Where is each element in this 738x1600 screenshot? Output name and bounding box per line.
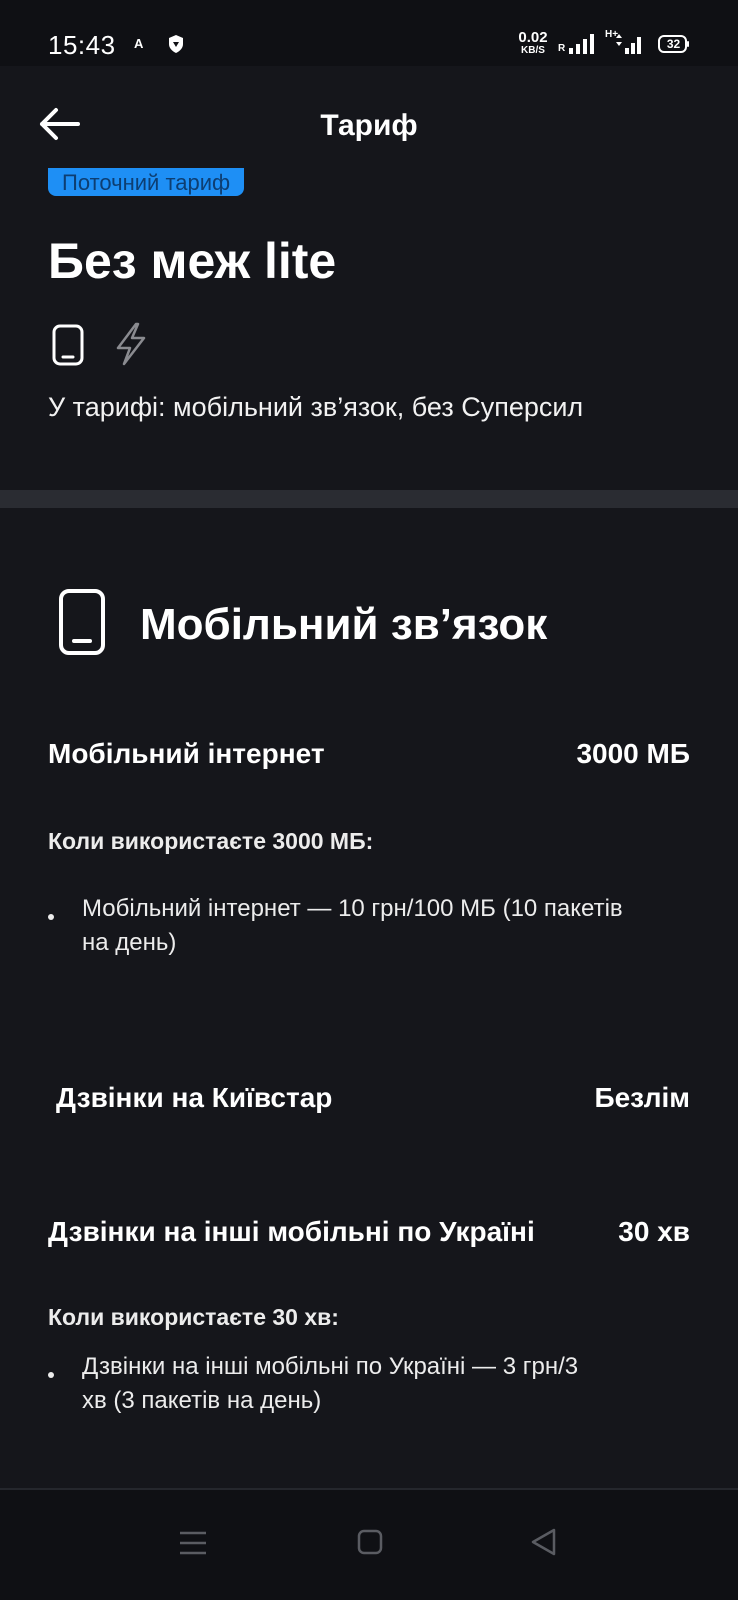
other-calls-overage-text: Дзвінки на інші мобільні по Україні — 3 …: [82, 1353, 579, 1414]
section-divider: [0, 490, 738, 508]
signal-strength-icon: [616, 34, 641, 54]
list-item: Дзвінки на інші мобільні по Україні — 3 …: [48, 1350, 690, 1430]
network-speed: 0.02 KB/S: [516, 30, 550, 56]
notification-a-icon: A: [134, 36, 144, 51]
other-calls-row: Дзвінки на інші мобільні по Україні 30 х…: [48, 1212, 690, 1252]
current-tariff-badge: Поточний тариф: [48, 168, 245, 196]
bullet-dot: [48, 914, 54, 920]
kyivstar-calls-row: Дзвінки на Київстар Безлім: [48, 1078, 690, 1118]
status-bar: 15:43 A 0.02 KB/S R H+ 32: [0, 0, 738, 66]
status-time: 15:43: [48, 30, 116, 60]
other-calls-label: Дзвінки на інші мобільні по Україні: [48, 1216, 535, 1247]
system-nav-bar: [0, 1490, 738, 1600]
section-title: Мобільний зв’язок: [140, 600, 548, 649]
lightning-icon: [116, 322, 146, 366]
page-title: Тариф: [320, 109, 418, 142]
internet-note: Коли використаєте 3000 МБ:: [48, 828, 374, 854]
list-item: Мобільний інтернет — 10 грн/100 МБ (10 п…: [48, 892, 690, 972]
internet-value: 3000 МБ: [576, 738, 690, 769]
other-calls-note: Коли використаєте 30 хв:: [48, 1304, 339, 1330]
bullet-dot: [48, 1372, 54, 1378]
menu-icon[interactable]: [178, 1530, 208, 1556]
network-speed-unit: KB/S: [521, 45, 545, 56]
tariff-card: Поточний тариф Без меж lite У тарифі: мо…: [0, 168, 738, 490]
shield-icon: [169, 35, 183, 53]
tariff-name: Без меж lite: [48, 233, 337, 289]
roaming-indicator: R: [558, 43, 566, 54]
network-speed-value: 0.02: [518, 29, 548, 46]
tariff-details: Мобільний зв’язок Мобільний інтернет 300…: [0, 508, 738, 1488]
other-calls-value: 30 хв: [618, 1216, 690, 1247]
internet-label: Мобільний інтернет: [48, 738, 325, 769]
internet-row: Мобільний інтернет 3000 МБ: [48, 734, 690, 774]
signal-strength-icon: [569, 34, 594, 54]
tariff-description: У тарифі: мобільний зв’язок, без Суперси…: [48, 392, 584, 422]
phone-icon: [59, 589, 105, 655]
kyivstar-calls-value: Безлім: [594, 1082, 690, 1113]
kyivstar-calls-label: Дзвінки на Київстар: [56, 1082, 333, 1113]
phone-icon: [52, 324, 84, 366]
back-triangle-icon[interactable]: [529, 1527, 557, 1557]
internet-overage-text: Мобільний інтернет — 10 грн/100 МБ (10 п…: [82, 895, 623, 956]
home-square-icon[interactable]: [357, 1529, 383, 1555]
app-header: Тариф: [0, 66, 738, 168]
battery-level: 32: [666, 37, 681, 51]
